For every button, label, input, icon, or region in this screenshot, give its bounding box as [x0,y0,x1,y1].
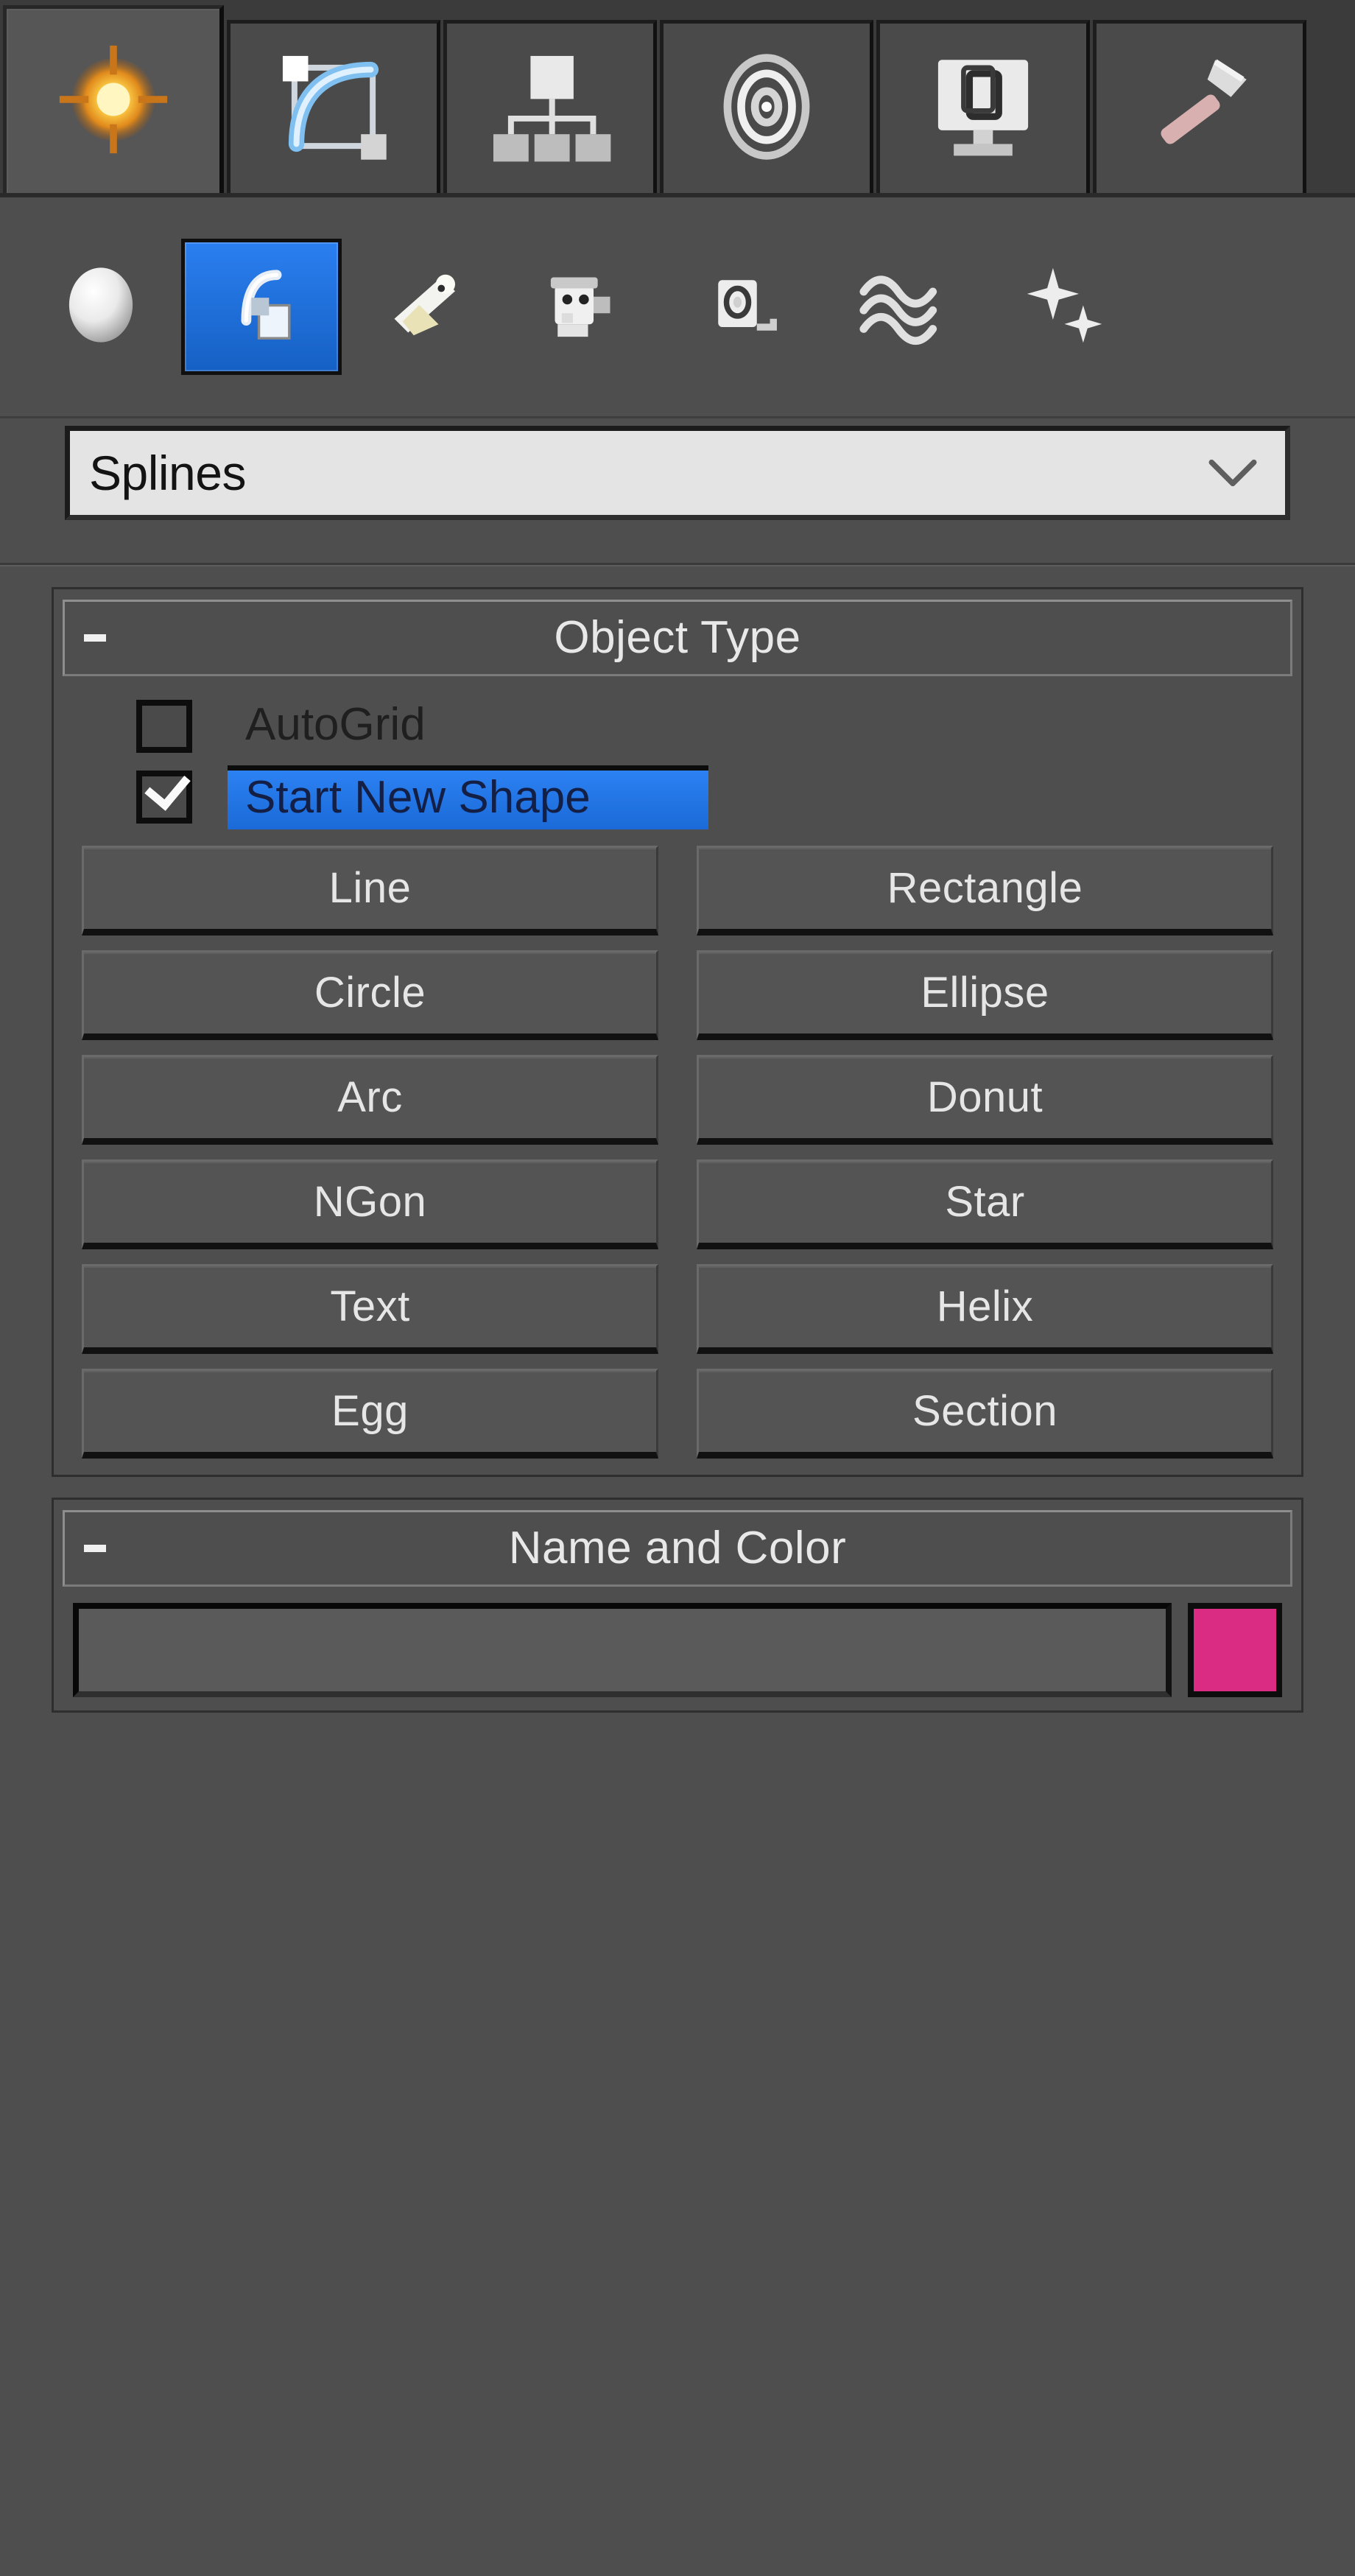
monitor-icon [921,44,1046,173]
category-cameras[interactable] [502,239,663,375]
tab-utilities[interactable] [1093,20,1306,193]
category-helpers[interactable] [663,239,823,375]
category-shapes[interactable] [181,239,342,375]
object-type-button-grid: Line Rectangle Circle Ellipse Arc Donut … [73,846,1282,1459]
object-category-toolbar [0,197,1355,418]
category-spacewarps[interactable] [823,239,984,375]
object-type-rollout: Object Type AutoGrid Start New Shape Lin… [52,587,1303,1477]
object-button-donut[interactable]: Donut [697,1055,1273,1145]
object-button-star[interactable]: Star [697,1159,1273,1249]
object-type-rollout-title: Object Type [554,612,801,663]
object-type-rollout-header[interactable]: Object Type [63,600,1292,676]
category-geometry[interactable] [21,239,181,375]
object-type-rollout-body: AutoGrid Start New Shape Line Rectangle … [54,676,1301,1475]
object-button-rectangle[interactable]: Rectangle [697,846,1273,936]
subcategory-dropdown-wrap: Splines [0,418,1355,520]
camera-icon [538,261,627,353]
object-button-helix[interactable]: Helix [697,1264,1273,1354]
object-button-circle[interactable]: Circle [82,950,658,1040]
autogrid-checkbox[interactable] [136,700,192,753]
object-button-ngon[interactable]: NGon [82,1159,658,1249]
tab-motion[interactable] [660,20,873,193]
command-panel: Splines Object Type AutoGrid Start New S… [0,0,1355,2576]
object-button-arc[interactable]: Arc [82,1055,658,1145]
start-new-shape-label: Start New Shape [228,765,708,829]
object-button-text[interactable]: Text [82,1264,658,1354]
category-systems[interactable] [984,239,1144,375]
spotlight-icon [378,261,466,353]
sparkle-icon [1018,259,1111,355]
start-new-shape-checkbox[interactable] [136,763,192,824]
shapes-icon [221,259,302,355]
object-name-input[interactable] [73,1603,1172,1697]
autogrid-row: AutoGrid [136,691,1282,762]
collapse-minus-icon [84,634,106,642]
panel-divider [0,563,1355,566]
object-button-ellipse[interactable]: Ellipse [697,950,1273,1040]
name-and-color-rollout-header[interactable]: Name and Color [63,1510,1292,1587]
subcategory-dropdown-value: Splines [89,446,246,500]
name-and-color-row [54,1587,1301,1710]
tab-create[interactable] [3,5,224,193]
autogrid-label: AutoGrid [245,699,426,750]
hammer-icon [1137,44,1262,173]
checkmark-icon [144,763,191,811]
target-rings-icon [704,44,829,173]
wave-icon [856,264,951,349]
tab-display[interactable] [876,20,1090,193]
name-and-color-rollout-title: Name and Color [508,1523,847,1573]
object-button-line[interactable]: Line [82,846,658,936]
collapse-minus-icon [84,1545,106,1552]
name-and-color-rollout: Name and Color [52,1498,1303,1713]
tape-measure-icon [699,261,787,353]
object-color-swatch[interactable] [1188,1603,1282,1697]
sphere-icon [57,261,145,353]
curve-arc-icon [271,44,396,173]
object-button-section[interactable]: Section [697,1369,1273,1459]
subcategory-dropdown[interactable]: Splines [65,426,1290,520]
chevron-down-icon [1200,456,1266,490]
category-lights[interactable] [342,239,502,375]
object-button-egg[interactable]: Egg [82,1369,658,1459]
starburst-icon [47,33,180,169]
tab-hierarchy[interactable] [443,20,657,193]
tab-modify[interactable] [227,20,440,193]
hierarchy-icon [488,44,613,173]
command-panel-tabbar [0,0,1355,197]
start-new-shape-row: Start New Shape [136,762,1282,832]
